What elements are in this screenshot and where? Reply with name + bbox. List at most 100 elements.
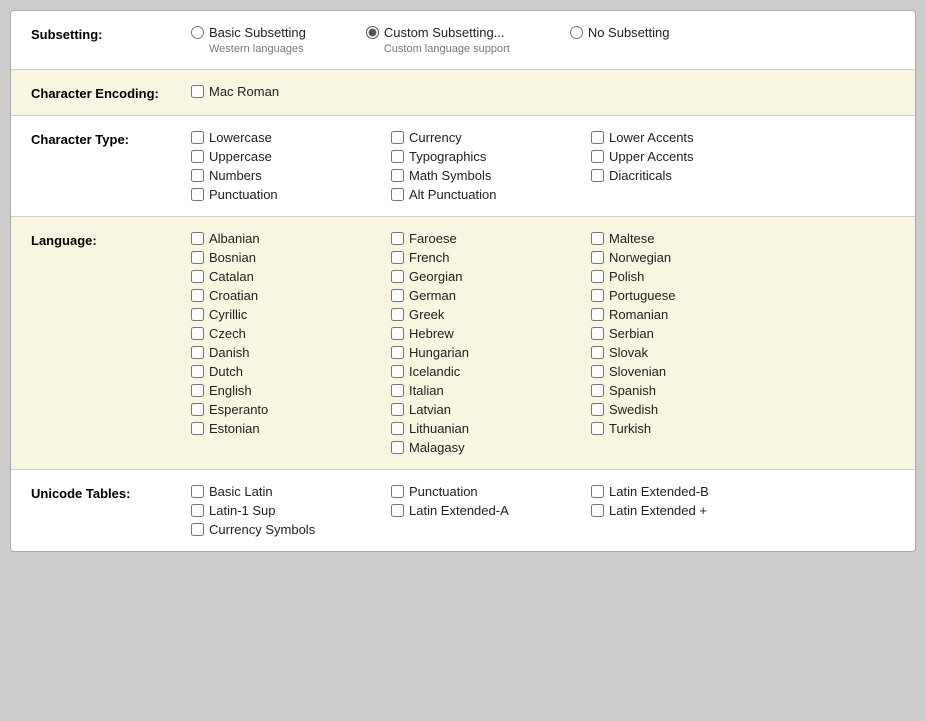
lang1-label-1: Bosnian xyxy=(209,250,256,265)
uni2-checkbox-1[interactable] xyxy=(391,504,404,517)
lang2-checkbox-10[interactable] xyxy=(391,422,404,435)
uni2-checkbox-0[interactable] xyxy=(391,485,404,498)
lang3-checkbox-6[interactable] xyxy=(591,346,604,359)
lang3-checkbox-0[interactable] xyxy=(591,232,604,245)
list-item: Latin Extended-A xyxy=(391,503,591,518)
ct1-checkbox-2[interactable] xyxy=(191,169,204,182)
lang2-label-7: Icelandic xyxy=(409,364,460,379)
list-item: French xyxy=(391,250,591,265)
lang1-checkbox-8[interactable] xyxy=(191,384,204,397)
radio-basic[interactable]: Basic Subsetting xyxy=(191,25,306,40)
lang1-checkbox-3[interactable] xyxy=(191,289,204,302)
ct1-checkbox-0[interactable] xyxy=(191,131,204,144)
lang3-checkbox-9[interactable] xyxy=(591,403,604,416)
list-item: Esperanto xyxy=(191,402,391,417)
list-item: Albanian xyxy=(191,231,391,246)
lang1-checkbox-6[interactable] xyxy=(191,346,204,359)
lang2-checkbox-3[interactable] xyxy=(391,289,404,302)
list-item: Basic Latin xyxy=(191,484,391,499)
lang2-label-0: Faroese xyxy=(409,231,457,246)
unicode-label: Unicode Tables: xyxy=(31,484,191,501)
language-section: Language: AlbanianBosnianCatalanCroatian… xyxy=(11,217,915,470)
unicode-col3: Latin Extended-BLatin Extended + xyxy=(591,484,791,537)
chartype-col3: Lower AccentsUpper AccentsDiacriticals xyxy=(591,130,791,202)
radio-basic-input[interactable] xyxy=(191,26,204,39)
ct3-label-0: Lower Accents xyxy=(609,130,694,145)
lang1-checkbox-7[interactable] xyxy=(191,365,204,378)
lang1-label-7: Dutch xyxy=(209,364,243,379)
lang1-checkbox-10[interactable] xyxy=(191,422,204,435)
lang3-label-2: Polish xyxy=(609,269,644,284)
ct3-checkbox-2[interactable] xyxy=(591,169,604,182)
lang1-checkbox-2[interactable] xyxy=(191,270,204,283)
settings-panel: Subsetting: Basic Subsetting Western lan… xyxy=(10,10,916,552)
ct2-checkbox-1[interactable] xyxy=(391,150,404,163)
ct2-label-1: Typographics xyxy=(409,149,486,164)
ct1-label-0: Lowercase xyxy=(209,130,272,145)
ct2-checkbox-2[interactable] xyxy=(391,169,404,182)
lang1-checkbox-4[interactable] xyxy=(191,308,204,321)
radio-none-label: No Subsetting xyxy=(588,25,670,40)
ct3-checkbox-1[interactable] xyxy=(591,150,604,163)
list-item: Estonian xyxy=(191,421,391,436)
list-item: Italian xyxy=(391,383,591,398)
language-label: Language: xyxy=(31,231,191,248)
uni1-checkbox-1[interactable] xyxy=(191,504,204,517)
lang3-checkbox-1[interactable] xyxy=(591,251,604,264)
lang3-checkbox-10[interactable] xyxy=(591,422,604,435)
lang2-checkbox-7[interactable] xyxy=(391,365,404,378)
lang3-checkbox-7[interactable] xyxy=(591,365,604,378)
chartype-content: LowercaseUppercaseNumbersPunctuation Cur… xyxy=(191,130,895,202)
ct2-checkbox-0[interactable] xyxy=(391,131,404,144)
list-item: Latvian xyxy=(391,402,591,417)
ct2-checkbox-3[interactable] xyxy=(391,188,404,201)
lang2-checkbox-0[interactable] xyxy=(391,232,404,245)
lang1-checkbox-1[interactable] xyxy=(191,251,204,264)
ct3-checkbox-0[interactable] xyxy=(591,131,604,144)
lang1-checkbox-0[interactable] xyxy=(191,232,204,245)
lang2-checkbox-2[interactable] xyxy=(391,270,404,283)
lang2-checkbox-5[interactable] xyxy=(391,327,404,340)
language-col2: FaroeseFrenchGeorgianGermanGreekHebrewHu… xyxy=(391,231,591,455)
lang3-checkbox-3[interactable] xyxy=(591,289,604,302)
unicode-col2: PunctuationLatin Extended-A xyxy=(391,484,591,537)
lang3-label-3: Portuguese xyxy=(609,288,676,303)
list-item: English xyxy=(191,383,391,398)
list-item: Serbian xyxy=(591,326,791,341)
ct3-label-1: Upper Accents xyxy=(609,149,694,164)
lang3-checkbox-5[interactable] xyxy=(591,327,604,340)
radio-none[interactable]: No Subsetting xyxy=(570,25,670,40)
lang1-checkbox-9[interactable] xyxy=(191,403,204,416)
radio-none-input[interactable] xyxy=(570,26,583,39)
lang3-checkbox-4[interactable] xyxy=(591,308,604,321)
list-item: Slovak xyxy=(591,345,791,360)
lang2-checkbox-4[interactable] xyxy=(391,308,404,321)
radio-custom[interactable]: Custom Subsetting... xyxy=(366,25,510,40)
lang3-label-5: Serbian xyxy=(609,326,654,341)
lang2-checkbox-6[interactable] xyxy=(391,346,404,359)
lang2-label-5: Hebrew xyxy=(409,326,454,341)
lang2-checkbox-9[interactable] xyxy=(391,403,404,416)
radio-custom-input[interactable] xyxy=(366,26,379,39)
lang3-checkbox-8[interactable] xyxy=(591,384,604,397)
uni3-checkbox-1[interactable] xyxy=(591,504,604,517)
list-item: Czech xyxy=(191,326,391,341)
lang2-checkbox-1[interactable] xyxy=(391,251,404,264)
uni1-checkbox-0[interactable] xyxy=(191,485,204,498)
lang1-checkbox-5[interactable] xyxy=(191,327,204,340)
radio-group-custom: Custom Subsetting... Custom language sup… xyxy=(366,25,510,55)
ct1-checkbox-1[interactable] xyxy=(191,150,204,163)
encoding-item: Mac Roman xyxy=(191,84,279,99)
uni1-checkbox-2[interactable] xyxy=(191,523,204,536)
lang3-checkbox-2[interactable] xyxy=(591,270,604,283)
uni3-checkbox-0[interactable] xyxy=(591,485,604,498)
lang1-label-6: Danish xyxy=(209,345,249,360)
encoding-checkbox[interactable] xyxy=(191,85,204,98)
ct1-checkbox-3[interactable] xyxy=(191,188,204,201)
lang3-label-8: Spanish xyxy=(609,383,656,398)
lang2-checkbox-8[interactable] xyxy=(391,384,404,397)
list-item: Danish xyxy=(191,345,391,360)
list-item: Punctuation xyxy=(191,187,391,202)
list-item: Croatian xyxy=(191,288,391,303)
lang2-checkbox-11[interactable] xyxy=(391,441,404,454)
